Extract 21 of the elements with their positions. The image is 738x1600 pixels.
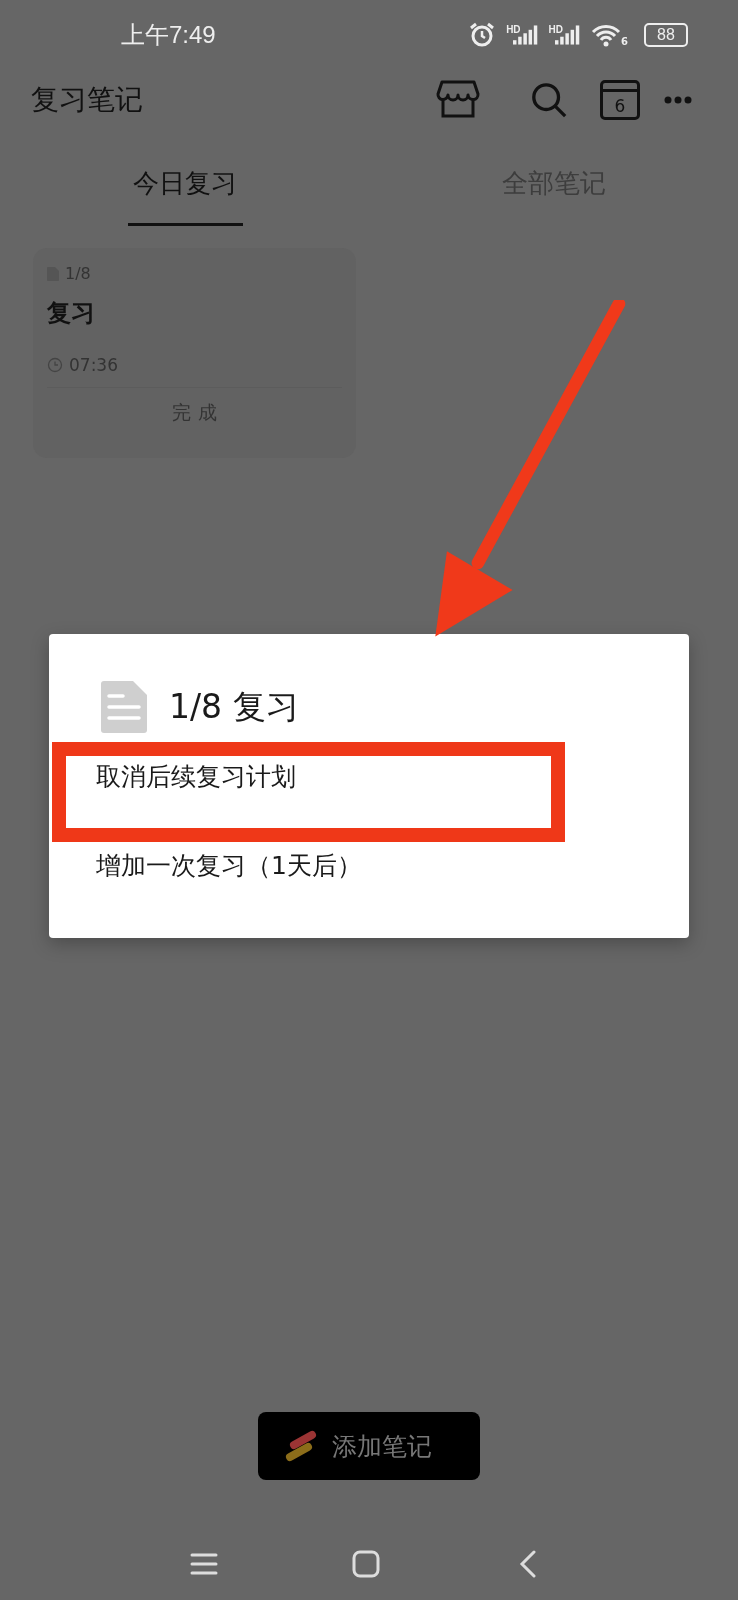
network-label: HD <box>548 24 564 35</box>
add-note-button[interactable]: 添加笔记 <box>258 1412 480 1480</box>
alarm-icon <box>468 21 497 49</box>
menu-item[interactable]: 增加一次复习（1天后） <box>49 821 689 910</box>
wifi-icon <box>591 23 622 47</box>
calendar-icon[interactable]: 6 <box>600 80 640 120</box>
network-label: HD <box>506 24 521 35</box>
card-title: 复习 <box>47 298 96 329</box>
battery-level: 88 <box>657 27 675 43</box>
menu-item[interactable]: 取消后续复习计划 <box>49 732 689 821</box>
status-time: 上午7:49 <box>121 20 216 50</box>
home-icon[interactable] <box>352 1550 380 1578</box>
store-icon[interactable] <box>436 80 480 120</box>
app-title: 复习笔记 <box>31 82 143 118</box>
wifi-label: 6 <box>621 36 628 47</box>
stripes-icon <box>284 1429 318 1463</box>
dialog-title: 1/8 复习 <box>169 685 299 728</box>
more-icon[interactable] <box>664 96 692 104</box>
document-icon <box>101 681 147 733</box>
clock-icon <box>47 357 63 373</box>
search-icon[interactable] <box>530 81 568 119</box>
